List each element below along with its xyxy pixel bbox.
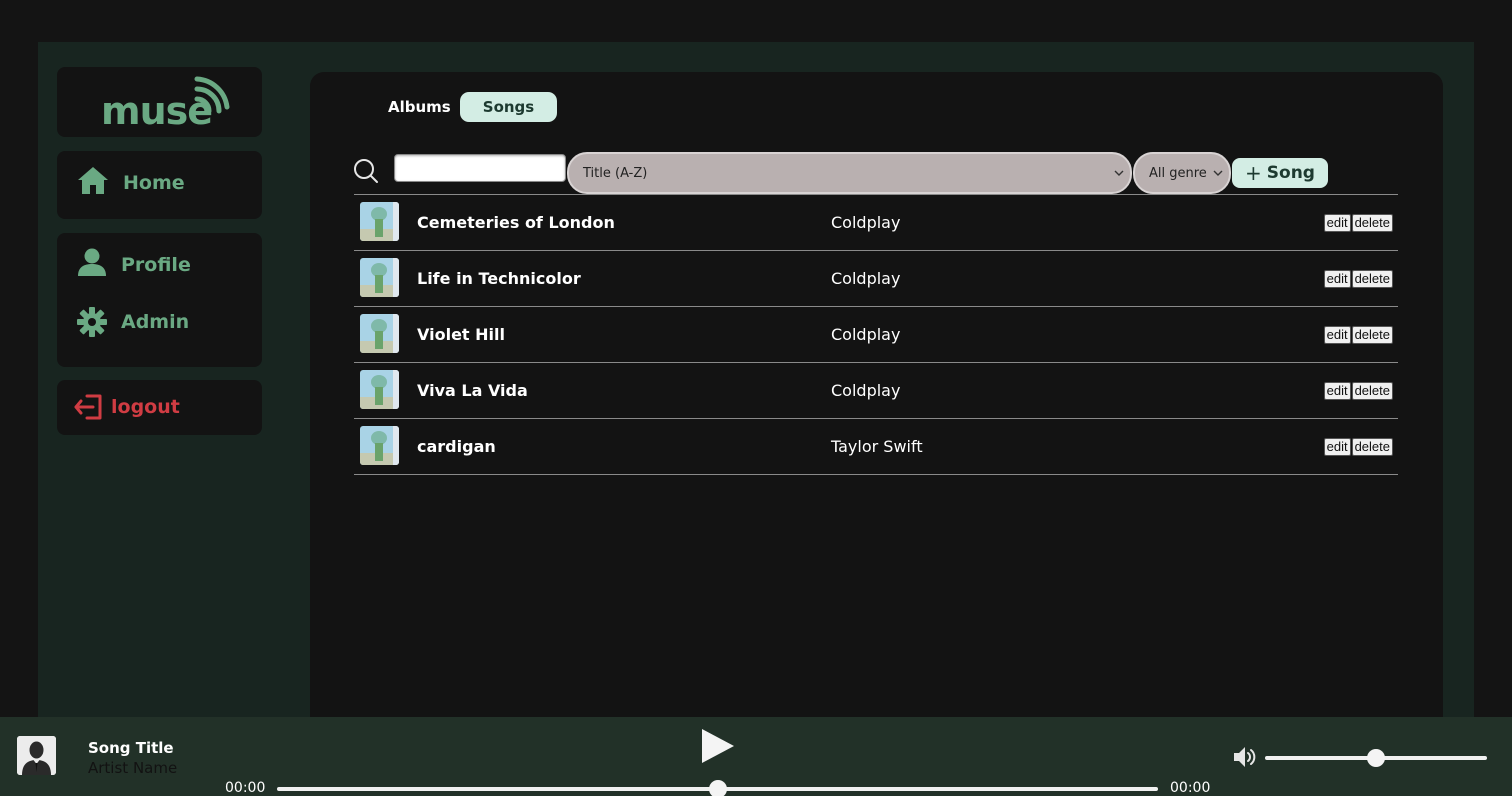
home-card: Home [57, 151, 262, 219]
logout-label: logout [111, 396, 180, 418]
progress-slider[interactable] [277, 780, 1158, 796]
progress-slider-handle[interactable] [708, 780, 727, 796]
song-artist: Coldplay [831, 325, 901, 344]
logout-icon [74, 394, 102, 420]
row-actions: edit delete [1323, 214, 1393, 232]
delete-button[interactable]: delete [1351, 214, 1393, 232]
row-actions: edit delete [1323, 438, 1393, 456]
delete-button[interactable]: delete [1351, 438, 1393, 456]
list-item[interactable]: cardigan Taylor Swift edit delete [354, 419, 1398, 475]
song-title: Life in Technicolor [417, 269, 581, 288]
logo-text: muse [101, 89, 213, 133]
album-art-thumbnail [360, 202, 399, 241]
player-bar: Song Title Artist Name 00:00 00:00 [0, 717, 1512, 796]
chevron-down-icon [1213, 170, 1223, 176]
volume-icon[interactable] [1232, 744, 1258, 770]
now-playing-title: Song Title [88, 739, 174, 757]
genre-select-value: All genre [1149, 165, 1207, 181]
delete-button[interactable]: delete [1351, 270, 1393, 288]
gear-icon [77, 307, 107, 337]
song-artist: Coldplay [831, 269, 901, 288]
list-item[interactable]: Cemeteries of London Coldplay edit delet… [354, 195, 1398, 251]
volume-slider-handle[interactable] [1367, 749, 1385, 767]
edit-button[interactable]: edit [1323, 382, 1351, 400]
row-actions: edit delete [1323, 326, 1393, 344]
add-song-label: Song [1266, 163, 1315, 183]
add-song-button[interactable]: + Song [1232, 158, 1328, 188]
chevron-down-icon [1114, 170, 1124, 176]
sidebar-item-label: Profile [121, 254, 191, 276]
song-title: Viva La Vida [417, 381, 528, 400]
logo-card: muse [57, 67, 262, 137]
sort-select-value: Title (A-Z) [583, 165, 648, 181]
song-artist: Taylor Swift [831, 437, 923, 456]
play-icon[interactable] [700, 729, 734, 763]
now-playing-artist: Artist Name [88, 759, 178, 777]
sidebar-item-label: Home [123, 172, 185, 194]
sort-select[interactable]: Title (A-Z) [567, 152, 1132, 194]
delete-button[interactable]: delete [1351, 326, 1393, 344]
artist-avatar [17, 736, 56, 775]
song-artist: Coldplay [831, 213, 901, 232]
album-art-thumbnail [360, 258, 399, 297]
song-artist: Coldplay [831, 381, 901, 400]
search-icon[interactable] [353, 158, 379, 184]
muse-logo[interactable]: muse [101, 75, 231, 130]
song-title: cardigan [417, 437, 496, 456]
sidebar-item-admin[interactable]: Admin [77, 307, 189, 337]
album-art-thumbnail [360, 314, 399, 353]
volume-slider[interactable] [1265, 749, 1487, 767]
tab-songs[interactable]: Songs [460, 92, 557, 122]
user-icon [78, 248, 106, 276]
list-item[interactable]: Violet Hill Coldplay edit delete [354, 307, 1398, 363]
song-title: Cemeteries of London [417, 213, 615, 232]
edit-button[interactable]: edit [1323, 438, 1351, 456]
current-time: 00:00 [225, 780, 266, 796]
song-list: Cemeteries of London Coldplay edit delet… [354, 194, 1398, 475]
edit-button[interactable]: edit [1323, 214, 1351, 232]
logout-card: logout [57, 380, 262, 435]
genre-select[interactable]: All genre [1133, 152, 1231, 194]
row-actions: edit delete [1323, 382, 1393, 400]
sidebar-item-label: Admin [121, 311, 190, 333]
album-art-thumbnail [360, 426, 399, 465]
sidebar-item-profile[interactable]: Profile [77, 247, 191, 277]
nav-card: Profile Admin [57, 233, 262, 367]
delete-button[interactable]: delete [1351, 382, 1393, 400]
song-title: Violet Hill [417, 325, 505, 344]
home-icon [78, 167, 108, 194]
album-art-thumbnail [360, 370, 399, 409]
search-input[interactable] [394, 154, 566, 182]
list-item[interactable]: Viva La Vida Coldplay edit delete [354, 363, 1398, 419]
edit-button[interactable]: edit [1323, 270, 1351, 288]
plus-icon: + [1245, 161, 1262, 185]
row-actions: edit delete [1323, 270, 1393, 288]
edit-button[interactable]: edit [1323, 326, 1351, 344]
total-time: 00:00 [1170, 780, 1211, 796]
list-item[interactable]: Life in Technicolor Coldplay edit delete [354, 251, 1398, 307]
logout-button[interactable]: logout [73, 393, 180, 421]
sidebar-item-home[interactable]: Home [77, 165, 185, 195]
